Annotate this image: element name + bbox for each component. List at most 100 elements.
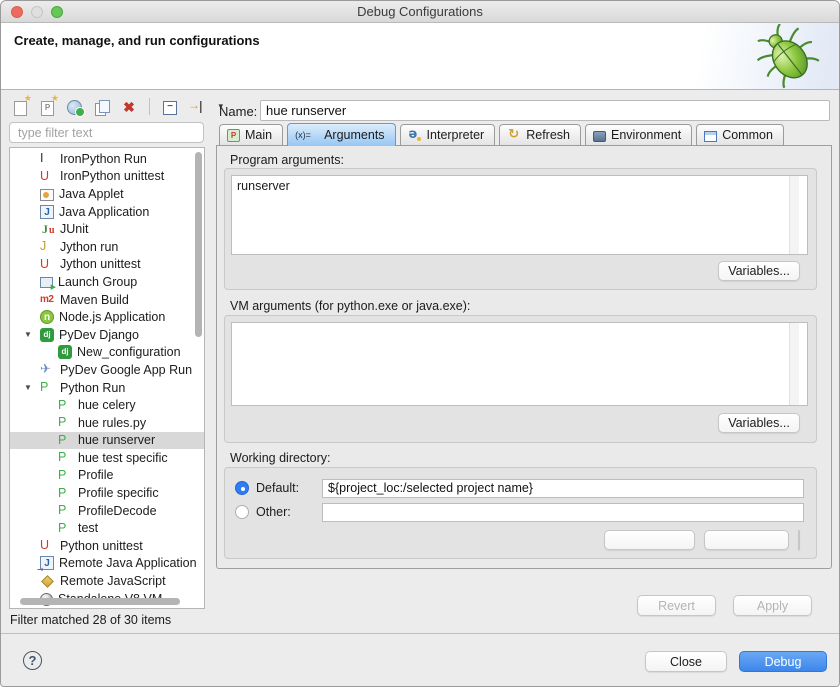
tree-item-profile[interactable]: Profile [10,467,204,485]
vm-arguments-textarea[interactable] [231,322,808,406]
expander-icon[interactable] [24,555,36,573]
expander-icon[interactable] [24,344,36,362]
tab-environment[interactable]: Environment [585,124,692,146]
tree-item-pydev-django[interactable]: PyDev Django [10,326,204,344]
tree-item-hue-test-specific[interactable]: hue test specific [10,449,204,467]
expander-icon[interactable] [24,291,36,309]
tree-item-profile-specific[interactable]: Profile specific [10,484,204,502]
textarea-scrollbar[interactable] [789,323,799,405]
expander-icon[interactable] [24,572,36,590]
expander-icon[interactable] [24,484,36,502]
file-system-button[interactable] [704,530,789,550]
tree-item-junit[interactable]: JUnit [10,220,204,238]
name-input[interactable] [260,100,830,121]
expander-icon[interactable] [24,220,36,238]
expander-icon[interactable] [24,396,36,414]
help-button[interactable]: ? [23,651,42,670]
title-bar[interactable]: Debug Configurations [1,1,839,23]
other-radio[interactable] [235,505,249,519]
new-configuration-button[interactable] [11,97,31,117]
tree-item-python-run[interactable]: Python Run [10,379,204,397]
other-directory-input[interactable] [322,503,804,522]
program-variables-button[interactable]: Variables... [718,261,800,281]
tree-item-remote-java-application[interactable]: Remote Java Application [10,555,204,573]
tab-refresh[interactable]: Refresh [499,124,581,146]
expander-icon[interactable] [24,203,36,221]
default-radio[interactable] [235,481,249,495]
python-run-icon [40,380,55,395]
tree-item-java-application[interactable]: Java Application [10,203,204,221]
new-prototype-icon [38,97,58,117]
expander-icon[interactable] [24,537,36,555]
debug-bug-icon [749,24,827,90]
tree-item-hue-runserver[interactable]: hue runserver [10,432,204,450]
tree-item-profiledecode[interactable]: ProfileDecode [10,502,204,520]
expander-icon[interactable] [24,308,36,326]
collapse-all-button[interactable] [160,97,180,117]
tree-item-node-js-application[interactable]: Node.js Application [10,308,204,326]
tab-arguments[interactable]: Arguments [287,123,395,146]
default-directory-input[interactable] [322,479,804,498]
expander-icon[interactable] [24,502,36,520]
textarea-scrollbar[interactable] [789,176,799,254]
filter-configurations-button[interactable] [187,97,215,117]
tree-item-jython-unittest[interactable]: Jython unittest [10,256,204,274]
tree-item-launch-group[interactable]: Launch Group [10,273,204,291]
tree-item-pydev-google-app-run[interactable]: PyDev Google App Run [10,361,204,379]
expander-icon[interactable] [24,449,36,467]
tab-interpreter[interactable]: Interpreter [400,124,496,146]
new-prototype-button[interactable] [38,97,58,117]
revert-button[interactable]: Revert [637,595,716,616]
expander-icon[interactable] [24,326,36,344]
delete-configuration-button[interactable] [119,97,139,117]
export-configurations-button[interactable] [65,97,85,117]
remote-js-icon [41,575,54,588]
tree-item-ironpython-unittest[interactable]: IronPython unittest [10,168,204,186]
duplicate-configuration-button[interactable] [92,97,112,117]
program-arguments-textarea[interactable]: runserver [231,175,808,255]
tab-common[interactable]: Common [696,124,784,146]
filter-icon [187,97,215,117]
expander-icon[interactable] [24,238,36,256]
expander-icon[interactable] [24,168,36,186]
tree-item-new_configuration[interactable]: New_configuration [10,344,204,362]
tree-item-remote-javascript[interactable]: Remote JavaScript [10,572,204,590]
django-icon [40,328,54,342]
tree-item-maven-build[interactable]: Maven Build [10,291,204,309]
arguments-icon [295,128,319,142]
close-button[interactable]: Close [645,651,727,672]
debug-configurations-dialog: Debug Configurations Create, manage, and… [0,0,840,687]
expander-icon[interactable] [24,361,36,379]
expander-icon[interactable] [24,185,36,203]
tree-item-java-applet[interactable]: Java Applet [10,185,204,203]
expander-icon[interactable] [24,414,36,432]
expander-icon[interactable] [24,150,36,168]
tree-item-jython-run[interactable]: Jython run [10,238,204,256]
name-label: Name: [219,104,257,119]
tree-item-hue-rules-py[interactable]: hue rules.py [10,414,204,432]
configurations-tree: IronPython Run IronPython unittest Java … [9,147,205,609]
tree-horizontal-scrollbar[interactable] [20,598,180,605]
tree-item-python-unittest[interactable]: Python unittest [10,537,204,555]
expander-icon[interactable] [24,467,36,485]
arguments-tab-panel: Program arguments: runserver Variables..… [216,145,832,569]
python-unittest-icon [40,538,55,553]
expander-icon[interactable] [24,432,36,450]
tree-item-test[interactable]: test [10,519,204,537]
launch-group-icon [40,277,53,288]
filter-input[interactable] [9,122,204,143]
tree-vertical-scrollbar[interactable] [195,152,202,337]
variables-button[interactable] [798,530,800,550]
expander-icon[interactable] [24,379,36,397]
expander-icon[interactable] [24,256,36,274]
tree-item-ironpython-run[interactable]: IronPython Run [10,150,204,168]
working-directory-buttons [604,530,800,550]
debug-button[interactable]: Debug [739,651,827,672]
expander-icon[interactable] [24,273,36,291]
tab-main[interactable]: Main [219,124,283,146]
apply-button[interactable]: Apply [733,595,812,616]
vm-variables-button[interactable]: Variables... [718,413,800,433]
workspace-button[interactable] [604,530,695,550]
expander-icon[interactable] [24,519,36,537]
tree-item-hue-celery[interactable]: hue celery [10,396,204,414]
